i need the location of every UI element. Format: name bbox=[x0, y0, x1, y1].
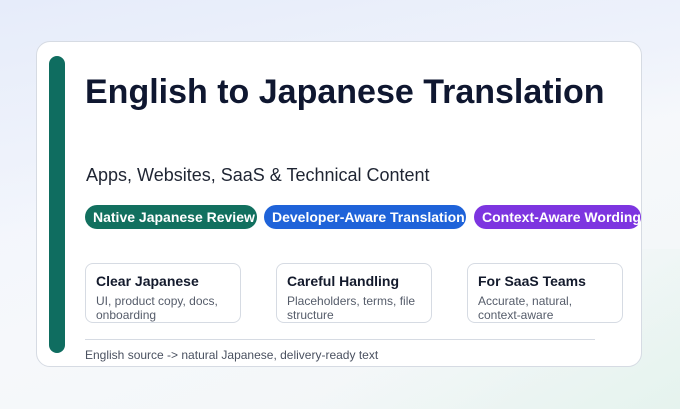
page-subtitle: Apps, Websites, SaaS & Technical Content bbox=[86, 165, 430, 185]
feature-title: Clear Japanese bbox=[96, 273, 199, 289]
feature-title: Careful Handling bbox=[287, 273, 400, 289]
badge-context-aware: Context-Aware Wording bbox=[474, 205, 641, 229]
badge-native-review: Native Japanese Review bbox=[85, 205, 257, 229]
feature-description: UI, product copy, docs, onboarding bbox=[96, 294, 218, 322]
badge-developer-aware: Developer-Aware Translation bbox=[264, 205, 466, 229]
feature-card-saas-teams: For SaaS Teams Accurate, natural, contex… bbox=[467, 263, 623, 323]
footer-note: English source -> natural Japanese, deli… bbox=[85, 348, 379, 362]
accent-bar bbox=[49, 56, 65, 353]
divider bbox=[85, 339, 595, 340]
feature-title: For SaaS Teams bbox=[478, 273, 586, 289]
feature-card-clear-japanese: Clear Japanese UI, product copy, docs, o… bbox=[85, 263, 241, 323]
feature-card-careful-handling: Careful Handling Placeholders, terms, fi… bbox=[276, 263, 432, 323]
feature-description: Placeholders, terms, file structure bbox=[287, 294, 416, 322]
feature-description: Accurate, natural, context-aware bbox=[478, 294, 573, 322]
promo-card: English to Japanese Translation Apps, We… bbox=[36, 41, 642, 367]
page-title: English to Japanese Translation bbox=[85, 73, 605, 111]
